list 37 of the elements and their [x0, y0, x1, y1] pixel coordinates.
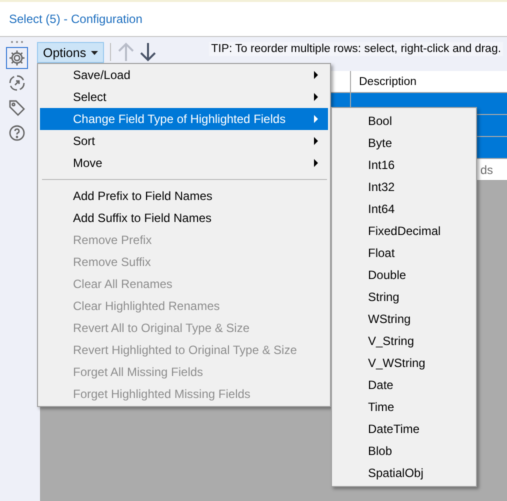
menu-item[interactable]: Double — [334, 264, 474, 286]
menu-item[interactable]: Blob — [334, 440, 474, 462]
submenu-arrow-icon — [314, 159, 318, 167]
menu-item[interactable]: Sort — [40, 130, 328, 152]
table-cell: ds — [480, 162, 493, 176]
menu-item[interactable]: Date — [334, 374, 474, 396]
menu-item[interactable]: Save/Load — [40, 64, 328, 86]
submenu-arrow-icon — [314, 137, 318, 145]
caret-icon — [91, 50, 98, 54]
menu-item[interactable]: String — [334, 286, 474, 308]
tip-text: TIP: To reorder multiple rows: select, right-click and drag. — [209, 42, 504, 56]
gear-icon[interactable] — [6, 47, 28, 69]
submenu-arrow-icon — [314, 115, 318, 123]
menu-item[interactable]: DateTime — [334, 418, 474, 440]
menu-item[interactable]: Change Field Type of Highlighted Fields — [40, 108, 328, 130]
more-icon[interactable] — [10, 40, 24, 44]
menu-item[interactable]: Int32 — [334, 176, 474, 198]
menu-item[interactable]: V_String — [334, 330, 474, 352]
menu-item[interactable]: Add Prefix to Field Names — [40, 185, 328, 207]
menu-item[interactable]: FixedDecimal — [334, 220, 474, 242]
menu-item[interactable]: Float — [334, 242, 474, 264]
menu-item[interactable]: Int64 — [334, 198, 474, 220]
menu-item[interactable]: Bool — [334, 110, 474, 132]
menu-item[interactable]: Move — [40, 152, 328, 174]
menu-item[interactable]: WString — [334, 308, 474, 330]
menu-item[interactable]: V_WString — [334, 352, 474, 374]
menu-item[interactable]: SpatialObj — [334, 462, 474, 484]
submenu-arrow-icon — [314, 93, 318, 101]
menu-item[interactable]: Add Suffix to Field Names — [40, 207, 328, 229]
menu-item[interactable]: Time — [334, 396, 474, 418]
menu-item[interactable]: Int16 — [334, 154, 474, 176]
menu-item[interactable]: Select — [40, 86, 328, 108]
window-title: Select (5) - Configuration — [9, 12, 142, 26]
down-arrow-icon[interactable] — [139, 42, 158, 62]
options-dropdown-button[interactable]: Options — [37, 42, 104, 63]
menu-item[interactable]: Byte — [334, 132, 474, 154]
submenu-arrow-icon — [314, 71, 318, 79]
